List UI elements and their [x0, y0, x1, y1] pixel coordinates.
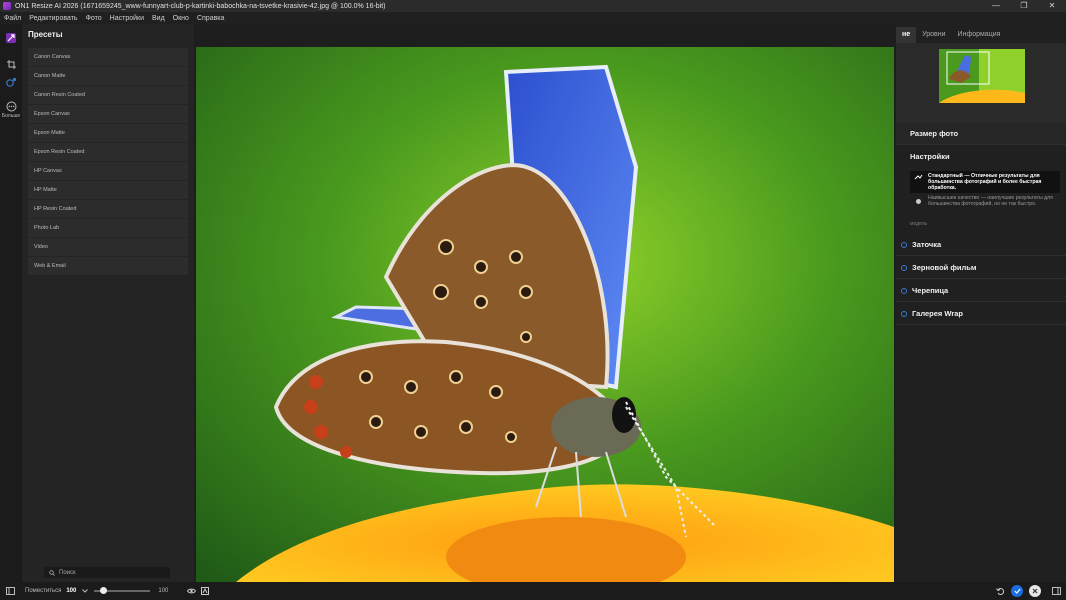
search-placeholder: Поиск [59, 569, 76, 576]
preset-item[interactable]: Epson Resin Coated [28, 143, 188, 161]
close-button[interactable]: ✕ [1038, 0, 1066, 12]
standard-option-text: Стандартный — Отличные результаты для бо… [928, 173, 1042, 191]
menu-view[interactable]: Вид [152, 15, 165, 22]
more-label: Больше [1, 113, 21, 119]
maximize-button[interactable]: ❐ [1010, 0, 1038, 12]
preset-item[interactable]: Epson Canvas [28, 105, 188, 123]
zoom-slider-handle[interactable] [99, 587, 107, 594]
tool-rail: Больше [0, 24, 22, 582]
section-label: Галерея Wrap [912, 309, 963, 318]
preset-item[interactable]: HP Canvas [28, 162, 188, 180]
close-icon [1032, 588, 1038, 594]
preset-item[interactable]: Epson Matte [28, 124, 188, 142]
fit-label[interactable]: Поместиться [25, 588, 61, 594]
tab-info[interactable]: Информация [952, 27, 1007, 43]
preset-item[interactable]: Canon Canvas [28, 48, 188, 66]
slider-max-label: 100 [158, 588, 169, 594]
window-title: ON1 Resize AI 2026 (1671659245_www-funny… [15, 2, 386, 10]
photo-size-header[interactable]: Размер фото [896, 123, 1066, 145]
section-label: Зерновой фильм [912, 263, 977, 272]
cancel-button[interactable] [1029, 585, 1041, 597]
standard-model-icon [914, 174, 923, 180]
settings-header[interactable]: Настройки [896, 146, 1066, 168]
preset-search-input[interactable]: Поиск [44, 567, 170, 578]
preview-eye-icon[interactable] [186, 586, 196, 596]
minimize-button[interactable]: — [982, 0, 1010, 12]
presets-title: Пресеты [28, 30, 63, 39]
preset-item[interactable]: Canon Matte [28, 67, 188, 85]
highest-model-icon [916, 199, 921, 204]
menu-edit[interactable]: Редактировать [29, 15, 77, 22]
crop-icon[interactable] [3, 57, 19, 71]
compare-icon[interactable] [200, 586, 210, 596]
highest-option-text: Наивысшее качество — наилучшие результат… [928, 195, 1053, 207]
app-icon [3, 2, 11, 10]
panel-tabs: не Уровни Информация [896, 27, 1006, 43]
navigator[interactable] [896, 43, 1066, 123]
zoom-slider[interactable] [94, 587, 151, 594]
settings-options: Стандартный — Отличные результаты для бо… [910, 171, 1060, 209]
presets-panel: Пресеты Canon Canvas Canon Matte Canon R… [22, 24, 194, 582]
preset-item[interactable]: Video [28, 238, 188, 256]
butterfly-photo [196, 47, 894, 582]
preset-item[interactable]: Canon Resin Coated [28, 86, 188, 104]
right-panel: не Уровни Информация Размер фото Настрой… [896, 24, 1066, 582]
toggle-right-panel-icon[interactable] [1051, 586, 1061, 596]
preset-item[interactable]: HP Resin Coated [28, 200, 188, 218]
apply-button[interactable] [1011, 585, 1023, 597]
model-option-standard[interactable]: Стандартный — Отличные результаты для бо… [910, 171, 1060, 193]
model-option-highest[interactable]: Наивысшее качество — наилучшие результат… [910, 195, 1060, 207]
menu-help[interactable]: Справка [197, 15, 224, 22]
tab-levels[interactable]: Уровни [916, 27, 951, 43]
navigator-thumbnail[interactable] [939, 49, 1025, 103]
model-label: модель [910, 221, 928, 227]
gallery-wrap-section[interactable]: Галерея Wrap [896, 303, 1066, 325]
preset-list: Canon Canvas Canon Matte Canon Resin Coa… [28, 48, 188, 276]
chevron-down-icon[interactable] [82, 589, 89, 593]
reset-icon[interactable] [995, 586, 1005, 596]
check-icon [1013, 588, 1021, 594]
film-grain-section[interactable]: Зерновой фильм [896, 257, 1066, 279]
zoom-value[interactable]: 100 [66, 588, 76, 594]
more-icon[interactable] [3, 99, 19, 113]
menu-bar: Файл Редактировать Фото Настройки Вид Ок… [0, 12, 1066, 24]
preset-item[interactable]: Photo Lab [28, 219, 188, 237]
preset-item[interactable]: HP Matte [28, 181, 188, 199]
refine-brush-icon[interactable] [3, 76, 19, 90]
title-bar: ON1 Resize AI 2026 (1671659245_www-funny… [0, 0, 1066, 12]
enable-toggle-icon[interactable] [901, 264, 907, 271]
menu-photo[interactable]: Фото [86, 15, 102, 22]
tiling-section[interactable]: Черепица [896, 280, 1066, 302]
resize-tool-icon[interactable] [3, 31, 19, 45]
section-label: Заточка [912, 240, 942, 249]
enable-toggle-icon[interactable] [901, 241, 907, 248]
enable-toggle-icon[interactable] [901, 310, 907, 317]
photo-canvas[interactable] [196, 47, 894, 582]
search-icon [49, 569, 55, 576]
sharpening-section[interactable]: Заточка [896, 234, 1066, 256]
status-bar: Поместиться 100 100 [0, 582, 1066, 600]
enable-toggle-icon[interactable] [901, 287, 907, 294]
toggle-left-panel-icon[interactable] [5, 586, 15, 596]
menu-file[interactable]: Файл [4, 15, 21, 22]
menu-settings[interactable]: Настройки [110, 15, 144, 22]
preset-item[interactable]: Web & Email [28, 257, 188, 275]
tab-navigator[interactable]: не [896, 27, 917, 43]
menu-window[interactable]: Окно [173, 15, 189, 22]
section-label: Черепица [912, 286, 949, 295]
